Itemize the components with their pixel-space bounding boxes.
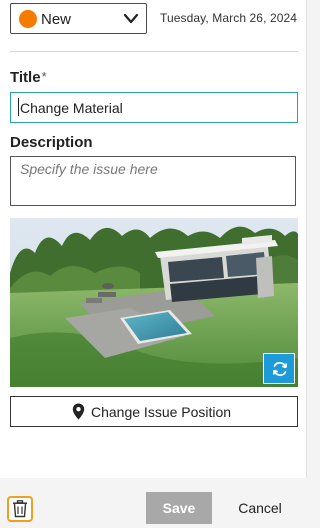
refresh-view-button[interactable] xyxy=(263,353,295,384)
header-divider xyxy=(10,51,298,52)
map-pin-icon xyxy=(72,403,85,420)
title-input[interactable] xyxy=(10,92,298,123)
delete-issue-button[interactable] xyxy=(7,496,33,522)
status-dropdown[interactable]: New xyxy=(10,3,147,34)
status-label: New xyxy=(41,11,72,28)
refresh-icon xyxy=(272,361,288,377)
description-input[interactable] xyxy=(10,156,296,206)
cancel-button[interactable]: Cancel xyxy=(226,492,294,524)
save-button[interactable]: Save xyxy=(146,492,212,524)
issue-snapshot-viewer[interactable] xyxy=(10,218,298,387)
issue-date: Tuesday, March 26, 2024 xyxy=(160,11,298,25)
issue-panel: New Tuesday, March 26, 2024 Title* Descr… xyxy=(0,0,307,478)
title-label: Title* xyxy=(10,69,47,86)
change-issue-position-button[interactable]: Change Issue Position xyxy=(10,396,298,427)
status-color-dot xyxy=(19,10,37,28)
change-issue-position-label: Change Issue Position xyxy=(91,404,232,420)
house-render-image xyxy=(10,218,298,387)
trash-icon xyxy=(13,500,27,518)
chevron-down-icon xyxy=(123,13,139,24)
required-mark: * xyxy=(41,69,47,84)
text-caret xyxy=(18,98,19,116)
description-label: Description xyxy=(10,134,93,151)
